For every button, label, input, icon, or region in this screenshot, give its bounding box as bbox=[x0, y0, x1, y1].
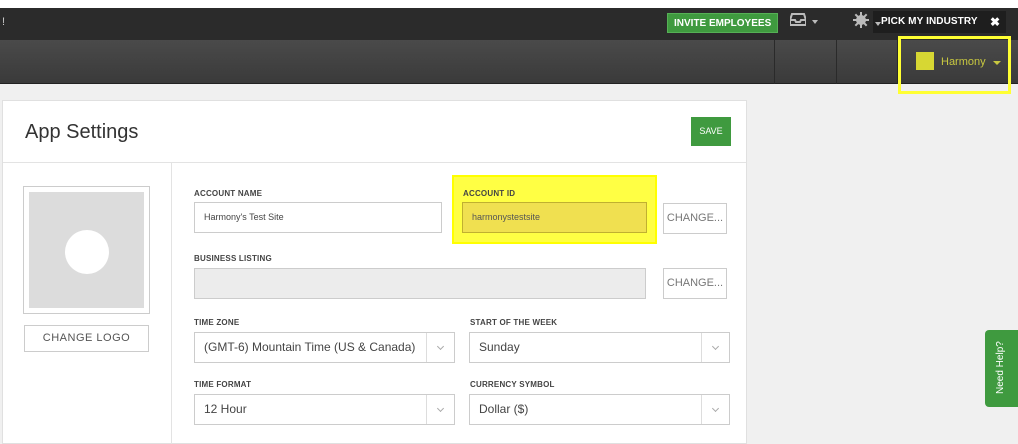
column-divider bbox=[171, 162, 172, 444]
start-of-week-value: Sunday bbox=[479, 340, 520, 354]
change-business-listing-button[interactable]: CHANGE... bbox=[663, 268, 727, 299]
currency-symbol-select[interactable]: Dollar ($) bbox=[469, 394, 730, 425]
chevron-down-icon bbox=[426, 395, 454, 424]
user-menu-name[interactable]: Harmony bbox=[941, 56, 986, 68]
alert-mark: ! bbox=[2, 16, 6, 28]
logo-placeholder bbox=[29, 192, 144, 308]
chevron-down-icon bbox=[701, 333, 729, 362]
cropped-header-strip bbox=[0, 0, 1018, 8]
time-format-select[interactable]: 12 Hour bbox=[194, 394, 455, 425]
page-title: App Settings bbox=[25, 121, 139, 143]
business-listing-field[interactable] bbox=[194, 268, 646, 299]
save-button[interactable]: SAVE bbox=[691, 117, 731, 146]
avatar[interactable] bbox=[916, 52, 934, 70]
chevron-down-icon bbox=[426, 333, 454, 362]
currency-symbol-value: Dollar ($) bbox=[479, 402, 529, 416]
inbox-menu[interactable] bbox=[789, 12, 818, 31]
need-help-tab[interactable]: Need Help? bbox=[985, 330, 1018, 407]
time-zone-select[interactable]: (GMT-6) Mountain Time (US & Canada) bbox=[194, 332, 455, 363]
start-of-week-label: START OF THE WEEK bbox=[470, 318, 558, 327]
account-id-field[interactable]: harmonystestsite bbox=[462, 202, 647, 233]
logo-placeholder-circle bbox=[65, 230, 109, 274]
change-logo-button[interactable]: CHANGE LOGO bbox=[24, 325, 149, 352]
invite-employees-button[interactable]: INVITE EMPLOYEES bbox=[667, 13, 779, 33]
account-name-label: ACCOUNT NAME bbox=[194, 189, 263, 198]
main-navbar bbox=[0, 40, 1018, 84]
time-zone-value: (GMT-6) Mountain Time (US & Canada) bbox=[204, 340, 416, 354]
currency-symbol-label: CURRENCY SYMBOL bbox=[470, 380, 555, 389]
time-format-label: TIME FORMAT bbox=[194, 380, 252, 389]
need-help-label: Need Help? bbox=[995, 341, 1006, 394]
settings-menu[interactable] bbox=[853, 12, 881, 33]
app-settings-panel: App Settings SAVE CHANGE LOGO ACCOUNT NA… bbox=[2, 100, 747, 444]
time-zone-label: TIME ZONE bbox=[194, 318, 240, 327]
account-id-label: ACCOUNT ID bbox=[463, 189, 516, 198]
time-format-value: 12 Hour bbox=[204, 402, 247, 416]
account-name-field[interactable]: Harmony's Test Site bbox=[194, 202, 442, 233]
nav-divider bbox=[774, 40, 775, 84]
inbox-icon bbox=[789, 13, 807, 26]
gear-icon bbox=[853, 12, 869, 28]
chevron-down-icon[interactable] bbox=[993, 61, 1001, 65]
logo-preview bbox=[23, 186, 150, 314]
nav-divider bbox=[836, 40, 837, 84]
business-listing-label: BUSINESS LISTING bbox=[194, 254, 272, 263]
start-of-week-select[interactable]: Sunday bbox=[469, 332, 730, 363]
chevron-down-icon bbox=[812, 19, 818, 24]
pick-industry-button[interactable]: PICK MY INDUSTRY bbox=[873, 11, 986, 33]
header-divider bbox=[3, 162, 746, 163]
change-account-id-button[interactable]: CHANGE... bbox=[663, 203, 727, 234]
chevron-down-icon bbox=[875, 21, 881, 26]
chevron-down-icon bbox=[701, 395, 729, 424]
close-icon[interactable]: ✖ bbox=[984, 11, 1006, 33]
